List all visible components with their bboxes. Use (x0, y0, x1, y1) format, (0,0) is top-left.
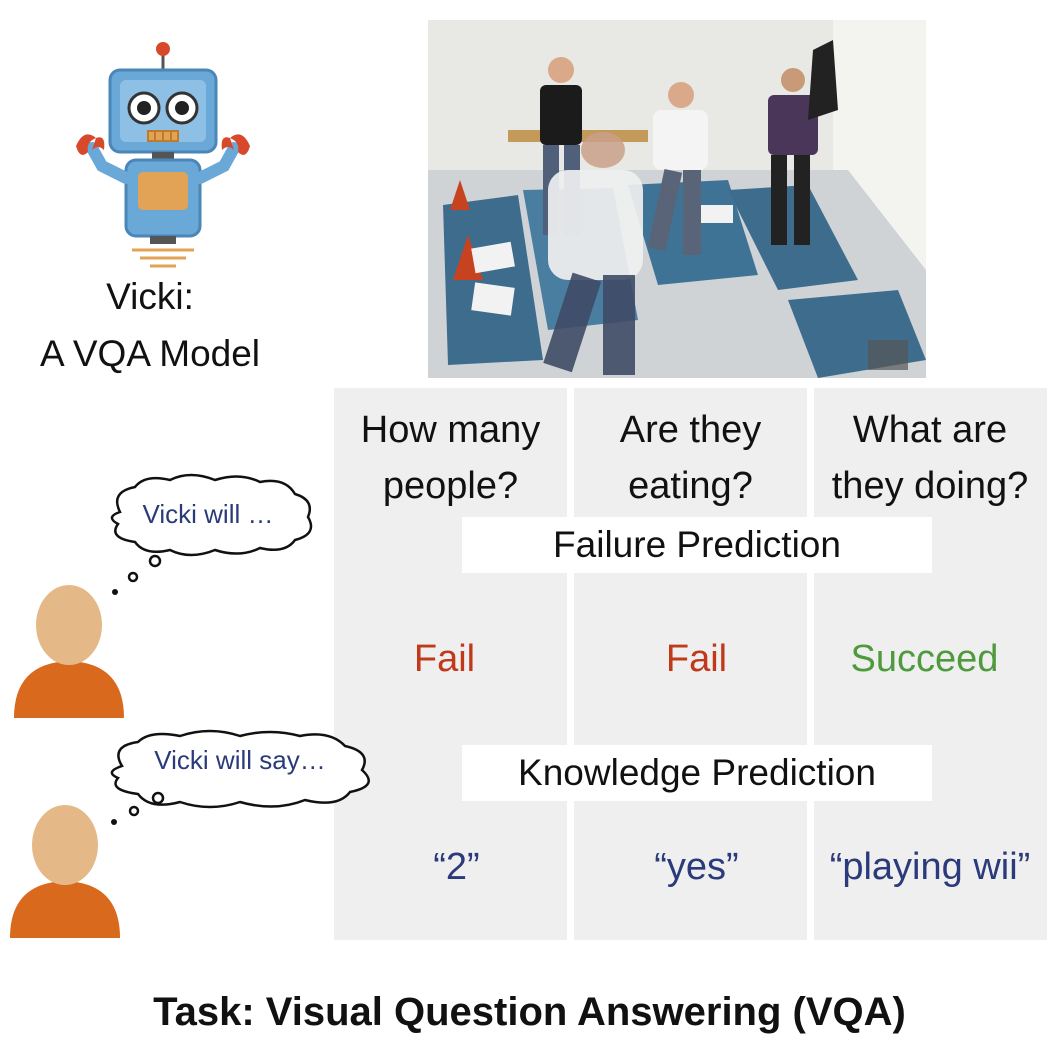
question-1: How many people? (334, 402, 567, 514)
task-caption: Task: Visual Question Answering (VQA) (153, 990, 906, 1034)
question-2-line-1: Are they (619, 409, 762, 451)
question-3-line-2: they doing? (831, 465, 1029, 507)
failure-bubble-text: Vicki will … (142, 499, 274, 529)
scene-photo (428, 20, 926, 378)
human-icon (14, 585, 124, 718)
failure-result-2: Fail (665, 638, 728, 680)
question-1-line-2: people? (382, 465, 519, 507)
human-icon (10, 805, 120, 938)
failure-result-3: Succeed (850, 638, 999, 680)
question-3-line-1: What are (852, 409, 1008, 451)
question-2: Are they eating? (574, 402, 807, 514)
question-1-line-1: How many (360, 409, 541, 451)
failure-prediction-title: Failure Prediction (462, 517, 932, 573)
knowledge-bubble-text: Vicki will say… (154, 745, 326, 775)
robot-name: Vicki: (106, 276, 194, 317)
robot-illustration (76, 42, 250, 268)
robot-description: A VQA Model (39, 333, 261, 374)
question-3: What are they doing? (810, 402, 1050, 514)
knowledge-prediction-title: Knowledge Prediction (462, 745, 932, 801)
thought-bubble-failure (110, 473, 313, 595)
knowledge-answer-2: “yes” (654, 846, 739, 888)
question-2-line-2: eating? (628, 465, 753, 507)
knowledge-answer-3: “playing wii” (829, 846, 1031, 888)
failure-result-1: Fail (413, 638, 476, 680)
robot-antenna-ball (156, 42, 170, 56)
